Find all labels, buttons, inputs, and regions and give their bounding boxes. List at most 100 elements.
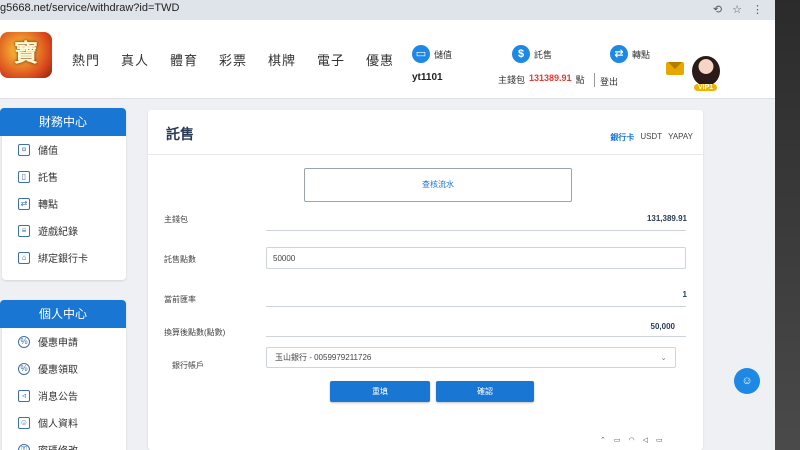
transfer-label: 轉點 [632, 49, 651, 60]
top-navigation: 寶 熱門 真人 體育 彩票 棋牌 電子 優惠 ▭ 儲值 $ 託售 ⇄ 轉點 yt… [0, 20, 775, 99]
sidebar-item-deposit[interactable]: ¤ 儲值 [2, 136, 126, 163]
translate-icon[interactable]: ⟲ [713, 3, 722, 16]
url-text[interactable]: g5668.net/service/withdraw?id=TWD [0, 2, 179, 14]
converted-points-label: 換算後點數(點數) [164, 328, 226, 337]
transfer-button[interactable]: ⇄ 轉點 [610, 45, 650, 63]
sidebar-item-label: 綁定銀行卡 [38, 254, 88, 265]
sidebar-item-transfer[interactable]: ⇄ 轉點 [2, 190, 126, 217]
card-icon: ▭ [412, 45, 430, 63]
sidebar-item-promo-apply[interactable]: % 優惠申請 [2, 328, 126, 355]
finance-center-panel: 財務中心 ¤ 儲值 ▯ 託售 ⇄ 轉點 ≡ 遊戲紀錄 ⌂ 綁定銀行卡 [0, 108, 126, 280]
main-wallet-label: 主錢包 [498, 75, 526, 85]
percent-icon: % [18, 335, 30, 348]
sidebar-item-withdraw[interactable]: ▯ 託售 [2, 163, 126, 190]
bank-icon: ⌂ [18, 251, 30, 264]
transfer-card-icon: ⇄ [18, 197, 30, 210]
lock-icon: ⚿ [18, 443, 30, 450]
main-wallet-unit: 點 [575, 75, 585, 85]
personal-center-title: 個人中心 [0, 300, 126, 328]
percent-icon: % [18, 362, 30, 375]
sidebar-item-profile[interactable]: ☺ 個人資料 [2, 409, 126, 436]
withdraw-method-tabs: 銀行卡 USDT YAPAY [610, 132, 693, 143]
tab-usdt[interactable]: USDT [640, 132, 662, 143]
divider [594, 73, 595, 87]
sidebar-item-password[interactable]: ⚿ 密碼修改 [2, 436, 126, 450]
withdraw-card: 託售 銀行卡 USDT YAPAY 查核流水 主錢包 131,389.91 託售… [148, 110, 703, 450]
mail-icon[interactable] [666, 62, 684, 75]
battery-icon[interactable]: ▭ [656, 436, 663, 444]
sidebar-item-label: 託售 [38, 173, 58, 184]
document-icon: ≡ [18, 224, 30, 237]
sidebar-item-label: 密碼修改 [38, 442, 78, 450]
tab-yapay[interactable]: YAPAY [668, 132, 693, 143]
divider [148, 154, 703, 155]
address-bar[interactable]: g5668.net/service/withdraw?id=TWD ⟲ ☆ ⋮ [0, 0, 775, 21]
sidebar-item-label: 遊戲紀錄 [38, 227, 78, 238]
menu-icon[interactable]: ⋮ [752, 3, 763, 16]
chat-support-icon[interactable]: ☺ [734, 368, 760, 394]
star-icon[interactable]: ☆ [732, 3, 742, 16]
nav-item-live[interactable]: 真人 [121, 50, 170, 69]
finance-center-title: 財務中心 [0, 108, 126, 136]
tab-bank-card[interactable]: 銀行卡 [610, 132, 634, 143]
main-wallet-label: 主錢包 [164, 215, 188, 224]
user-icon: ☺ [18, 416, 30, 429]
main-wallet-value: 131,389.91 [646, 214, 687, 223]
personal-center-panel: 個人中心 % 優惠申請 % 優惠領取 ◃ 消息公告 ☺ 個人資料 ⚿ 密碼修改 [0, 300, 126, 450]
sidebar-item-promo-claim[interactable]: % 優惠領取 [2, 355, 126, 382]
tray-icon[interactable]: ⌃ [600, 436, 606, 444]
logout-link[interactable]: 登出 [600, 75, 618, 88]
page-title: 託售 [166, 126, 194, 142]
divider [266, 230, 686, 231]
nav-item-promo[interactable]: 優惠 [366, 50, 415, 69]
confirm-button[interactable]: 確認 [436, 381, 534, 402]
sidebar-item-bind-card[interactable]: ⌂ 綁定銀行卡 [2, 244, 126, 271]
sidebar-item-game-records[interactable]: ≡ 遊戲紀錄 [2, 217, 126, 244]
converted-points-value: 50,000 [650, 322, 675, 331]
tray-icon[interactable]: ▭ [614, 436, 621, 444]
sidebar-item-label: 消息公告 [38, 392, 78, 403]
withdraw-label: 託售 [534, 49, 553, 60]
withdraw-button[interactable]: $ 託售 [512, 45, 552, 63]
coins-icon: ¤ [18, 143, 30, 156]
address-bar-icons: ⟲ ☆ ⋮ [713, 3, 763, 16]
deposit-button[interactable]: ▭ 儲值 [412, 45, 452, 63]
main-wallet-summary: 主錢包 131389.91 點 [498, 73, 585, 86]
vip-badge: VIP1 [694, 84, 718, 91]
chevron-down-icon: ⌄ [660, 353, 667, 362]
divider [266, 306, 686, 307]
nav-menu: 熱門 真人 體育 彩票 棋牌 電子 優惠 [72, 50, 415, 69]
sidebar-item-label: 儲值 [38, 146, 58, 157]
deposit-label: 儲值 [434, 49, 453, 60]
sidebar-item-label: 個人資料 [38, 419, 78, 430]
site-logo[interactable]: 寶 [0, 32, 52, 78]
main-wallet-amount: 131389.91 [529, 73, 572, 83]
avatar[interactable] [692, 56, 720, 86]
megaphone-icon: ◃ [18, 389, 30, 402]
check-turnover-button[interactable]: 查核流水 [304, 168, 572, 202]
system-tray: ⌃ ▭ ◠ ◁ ▭ [600, 430, 775, 450]
wifi-icon[interactable]: ◠ [629, 436, 635, 444]
sell-points-input[interactable]: 50000 [266, 247, 686, 269]
username: yt1101 [412, 72, 443, 83]
sidebar-item-label: 優惠領取 [38, 365, 78, 376]
volume-icon[interactable]: ◁ [643, 436, 648, 444]
exchange-rate-value: 1 [682, 290, 687, 299]
nav-item-lottery[interactable]: 彩票 [219, 50, 268, 69]
nav-item-sports[interactable]: 體育 [170, 50, 219, 69]
sidebar-item-announcements[interactable]: ◃ 消息公告 [2, 382, 126, 409]
nav-item-slots[interactable]: 電子 [317, 50, 366, 69]
reset-button[interactable]: 重填 [330, 381, 430, 402]
dollar-icon: $ [512, 45, 530, 63]
transfer-icon: ⇄ [610, 45, 628, 63]
phone-icon: ▯ [18, 170, 30, 183]
nav-item-chess[interactable]: 棋牌 [268, 50, 317, 69]
divider [266, 336, 686, 337]
bank-account-value: 玉山銀行 - 0059979211726 [275, 353, 372, 362]
sell-points-label: 託售點數 [164, 255, 196, 264]
bank-account-select[interactable]: 玉山銀行 - 0059979211726 ⌄ [266, 347, 676, 368]
sidebar-item-label: 優惠申請 [38, 338, 78, 349]
nav-item-hot[interactable]: 熱門 [72, 50, 121, 69]
exchange-rate-label: 當前匯率 [164, 295, 196, 304]
browser-screen: g5668.net/service/withdraw?id=TWD ⟲ ☆ ⋮ … [0, 0, 775, 450]
